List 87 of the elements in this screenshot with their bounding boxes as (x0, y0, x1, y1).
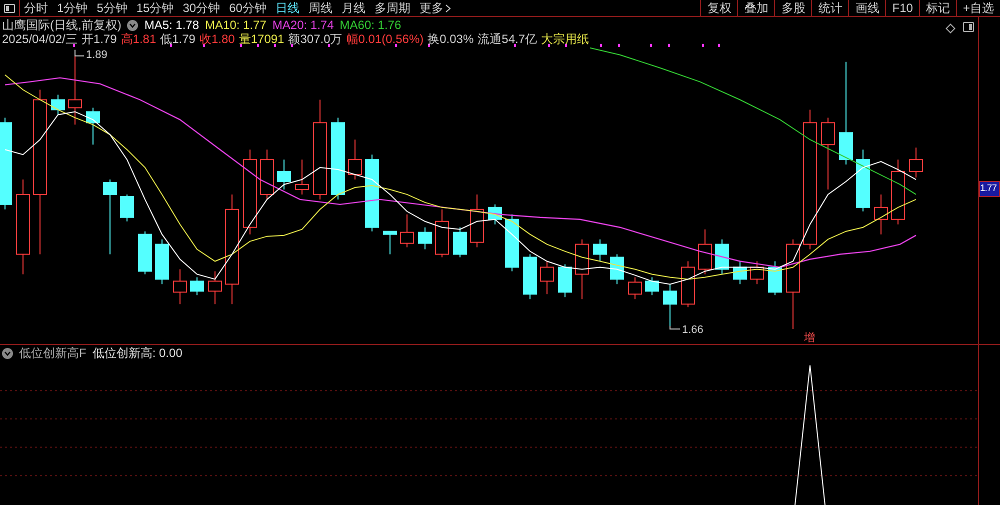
quote-value: 开1.79 (81, 32, 117, 46)
candlestick (435, 208, 449, 258)
candlestick (874, 194, 888, 235)
current-price-tag: 1.77 (979, 181, 1000, 197)
candlestick (681, 260, 695, 308)
candlestick (891, 159, 905, 225)
period-tab[interactable]: 月线 (341, 0, 366, 16)
candlestick (523, 254, 537, 300)
candlestick (610, 254, 624, 285)
candlestick (120, 194, 134, 222)
candlestick (768, 260, 782, 296)
quote-value: 额307.0万 (288, 32, 342, 46)
toolbar-button[interactable]: 统计 (811, 0, 848, 16)
period-tab[interactable]: 分时 (24, 0, 48, 16)
period-tab[interactable]: 1分钟 (57, 0, 88, 16)
moving-average-value: MA10: 1.77 (205, 18, 266, 32)
quote-value: 流通54.7亿 (478, 32, 538, 46)
sector-label: 大宗用纸 (541, 32, 590, 46)
quote-value: 低1.79 (160, 32, 196, 46)
leader-line (74, 49, 84, 56)
candlestick (86, 107, 100, 146)
candlestick (295, 159, 309, 195)
indicator-name: 低位创新高F (19, 346, 86, 360)
quote-value: 幅0.01(0.56%) (346, 32, 424, 46)
period-tab[interactable]: 更多 (419, 0, 452, 16)
candlestick (540, 260, 554, 295)
chevron-right-icon (445, 4, 452, 12)
candlestick (383, 230, 397, 255)
candlestick (628, 276, 642, 300)
moving-average-value: MA5: 1.78 (144, 18, 200, 32)
period-tab[interactable]: 60分钟 (229, 0, 266, 16)
moving-average-value: MA60: 1.76 (340, 18, 402, 32)
dropdown-icon[interactable] (2, 348, 13, 358)
candlestick (715, 238, 729, 275)
sidebar-toggle-icon[interactable] (4, 4, 15, 12)
candlestick (418, 226, 432, 250)
period-tab[interactable]: 30分钟 (182, 0, 220, 16)
period-tab[interactable]: 多周期 (374, 0, 410, 16)
candlestick (488, 204, 502, 225)
candlestick (173, 268, 187, 305)
toolbar-button[interactable]: 标记 (918, 0, 956, 16)
candlestick (558, 264, 572, 298)
quote-value: 换0.03% (428, 32, 474, 46)
toolbar-button[interactable]: +自选 (956, 0, 1000, 16)
quote-date: 2025/04/02/三 (2, 32, 78, 46)
candlestick (260, 149, 274, 200)
candlestick (138, 230, 152, 275)
panel-toggle-icon[interactable] (963, 22, 974, 32)
candlestick (575, 238, 589, 300)
candlestick (470, 194, 484, 248)
candlestick (348, 139, 362, 180)
period-tab[interactable]: 5分钟 (96, 0, 128, 16)
candlestick (51, 94, 65, 116)
candlestick (856, 149, 870, 212)
period-tab[interactable]: 周线 (308, 0, 332, 16)
stock-title: 山鹰国际(日线,前复权) (2, 18, 122, 32)
candlestick (645, 276, 659, 296)
candlestick (698, 228, 712, 275)
period-tab[interactable]: 日线 (275, 0, 300, 16)
moving-average-value: MA20: 1.74 (272, 18, 334, 32)
candlestick (593, 238, 607, 262)
quote-value: 高1.81 (120, 32, 156, 46)
candlestick (190, 276, 204, 296)
price-high-label: 1.89 (86, 49, 108, 61)
indicator-reading: 低位创新高: 0.00 (92, 346, 182, 360)
toolbar-button[interactable]: F10 (885, 0, 919, 16)
candlestick (400, 214, 414, 248)
price-low-label: 1.66 (682, 324, 704, 336)
toolbar-button[interactable]: 叠加 (737, 0, 774, 16)
candlestick (277, 159, 291, 190)
dropdown-icon[interactable] (127, 20, 138, 30)
quote-value: 量17091 (238, 32, 284, 46)
signal-label: 增 (804, 332, 815, 344)
candlestick (453, 226, 467, 258)
period-tab[interactable]: 15分钟 (136, 0, 174, 16)
candlestick (155, 238, 169, 285)
toolbar-button[interactable]: 多股 (774, 0, 812, 16)
candlestick (909, 147, 923, 178)
candlestick (208, 270, 222, 305)
candlestick (750, 260, 764, 285)
candlestick (663, 284, 677, 327)
toolbar-button[interactable]: 复权 (700, 0, 738, 16)
candlestick (733, 260, 747, 285)
candlestick (505, 214, 519, 272)
leader-line (670, 326, 680, 330)
toolbar-button[interactable]: 画线 (848, 0, 886, 16)
quote-value: 收1.80 (199, 32, 235, 46)
